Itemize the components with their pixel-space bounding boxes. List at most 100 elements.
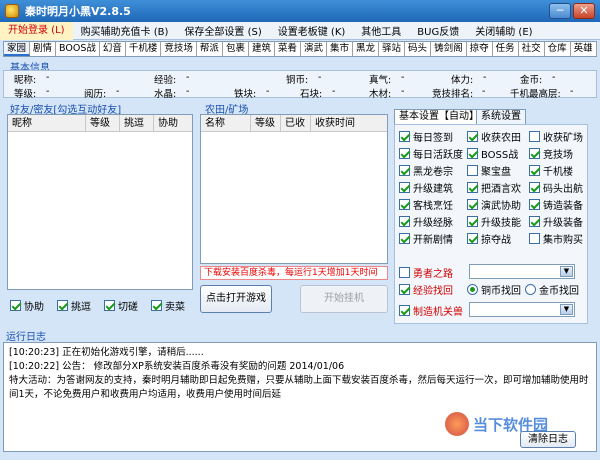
tab-warehouse[interactable]: 仓库 xyxy=(544,42,571,56)
opt-daily-signin[interactable]: 每日签到 xyxy=(399,129,453,144)
opt-mech-beast[interactable]: 制造机关兽 xyxy=(399,303,463,318)
opt-arena[interactable]: 竞技场 xyxy=(529,146,573,161)
tab-bag[interactable]: 包裹 xyxy=(222,42,249,56)
col-farm-level[interactable]: 等级 xyxy=(251,115,281,132)
exp-value: - xyxy=(186,72,190,83)
radio-gold-find[interactable]: 金币找回 xyxy=(525,282,579,297)
col-harvest-time[interactable]: 收获时间 xyxy=(311,115,387,132)
tab-home[interactable]: 家园 xyxy=(4,42,31,56)
nickname-value: - xyxy=(46,72,50,83)
menu-close-helper[interactable]: 关闭辅助 (E) xyxy=(467,23,540,38)
tab-station[interactable]: 驿站 xyxy=(379,42,406,56)
opt-upgrade-skill[interactable]: 升级技能 xyxy=(467,214,521,229)
opt-daily-activity[interactable]: 每日活跃度 xyxy=(399,146,463,161)
col-tease[interactable]: 挑逗 xyxy=(120,115,154,132)
log-line: [10:20:23] 正在初始化游戏引擎，请稍后...... xyxy=(9,347,204,358)
settings-panel: 每日签到 收获农田 收获矿场 每日活跃度 BOSS战 竞技场 黑龙卷宗 聚宝盘 … xyxy=(394,124,588,324)
tab-arena[interactable]: 竞技场 xyxy=(161,42,197,56)
menu-start-login[interactable]: 开始登录 (L) xyxy=(0,21,73,40)
friend-opt-sell-dish[interactable]: 卖菜 xyxy=(151,298,185,313)
col-collected[interactable]: 已收 xyxy=(281,115,311,132)
opt-plunder-battle[interactable]: 掠夺战 xyxy=(467,231,511,246)
wood-value: - xyxy=(401,86,405,97)
col-assist[interactable]: 协助 xyxy=(154,115,192,132)
tab-market[interactable]: 集市 xyxy=(327,42,354,56)
tab-social[interactable]: 社交 xyxy=(518,42,545,56)
opt-upgrade-meridian[interactable]: 升级经脉 xyxy=(399,214,453,229)
tab-illusion[interactable]: 幻音 xyxy=(99,42,126,56)
qi-value: - xyxy=(401,72,405,83)
opt-forge-equip[interactable]: 铸造装备 xyxy=(529,197,583,212)
opt-harvest-mine[interactable]: 收获矿场 xyxy=(529,129,583,144)
opt-black-dragon[interactable]: 黑龙卷宗 xyxy=(399,163,453,178)
tab-tower[interactable]: 千机楼 xyxy=(125,42,162,56)
experience-value: - xyxy=(116,86,120,97)
opt-treasure-plate[interactable]: 聚宝盘 xyxy=(467,163,511,178)
window-title: 秦时明月小黑V2.8.5 xyxy=(25,5,131,18)
menu-save-settings[interactable]: 保存全部设置 (S) xyxy=(176,23,269,38)
notice-banner: 下载安装百度杀毒，每运行1天增加1天时间 xyxy=(200,266,388,280)
opt-upgrade-equip[interactable]: 升级装备 xyxy=(529,214,583,229)
tab-dock[interactable]: 码头 xyxy=(405,42,432,56)
menu-other-tools[interactable]: 其他工具 xyxy=(353,23,409,38)
col-level[interactable]: 等级 xyxy=(86,115,120,132)
tab-building[interactable]: 建筑 xyxy=(248,42,275,56)
basic-info-row-1: 昵称: - 经验: - 铜币: - 真气: - 体力: - 金币: - xyxy=(14,72,594,86)
tab-martial[interactable]: 演武 xyxy=(300,42,327,56)
opt-market-buy[interactable]: 集市购买 xyxy=(529,231,583,246)
app-icon xyxy=(5,4,19,18)
friend-opt-spar[interactable]: 切磋 xyxy=(104,298,138,313)
menu-bar: 开始登录 (L) 购买辅助充值卡 (B) 保存全部设置 (S) 设置老板键 (K… xyxy=(0,21,600,40)
tab-boss[interactable]: BOOS战 xyxy=(56,42,100,56)
radio-copper-find[interactable]: 铜币找回 xyxy=(467,282,521,297)
gold-value: - xyxy=(552,72,556,83)
tab-black-dragon[interactable]: 黑龙 xyxy=(353,42,380,56)
farm-list[interactable]: 名称 等级 已收 收获时间 xyxy=(200,114,388,264)
copper-label: 铜币: xyxy=(286,75,309,86)
opt-exp-find[interactable]: 经验找回 xyxy=(399,282,453,297)
stamina-label: 体力: xyxy=(451,75,474,86)
close-button[interactable]: ✕ xyxy=(573,3,595,19)
tab-story[interactable]: 剧情 xyxy=(30,42,57,56)
tab-hero[interactable]: 英雄 xyxy=(570,42,597,56)
opt-inn-cooking[interactable]: 客栈烹饪 xyxy=(399,197,453,212)
tab-basic-settings[interactable]: 基本设置【自动】 xyxy=(394,109,484,125)
menu-bug-report[interactable]: BUG反馈 xyxy=(409,23,467,38)
start-hang-button[interactable]: 开始挂机 xyxy=(300,285,388,313)
friend-opt-tease[interactable]: 挑逗 xyxy=(57,298,91,313)
friends-list[interactable]: 昵称 等级 挑逗 协助 xyxy=(7,114,193,290)
opt-martial-assist[interactable]: 演武协助 xyxy=(467,197,521,212)
col-nickname[interactable]: 昵称 xyxy=(8,115,86,132)
opt-tower[interactable]: 千机楼 xyxy=(529,163,573,178)
opt-new-story[interactable]: 开新剧情 xyxy=(399,231,453,246)
col-name[interactable]: 名称 xyxy=(201,115,251,132)
tower-top-label: 千机最高层: xyxy=(510,89,561,100)
tab-forge[interactable]: 铸剑阁 xyxy=(431,42,467,56)
minimize-button[interactable]: ─ xyxy=(549,3,571,19)
menu-buy-card[interactable]: 购买辅助充值卡 (B) xyxy=(73,23,177,38)
gold-label: 金币: xyxy=(520,75,543,86)
level-label: 等级: xyxy=(14,89,37,100)
wood-label: 木材: xyxy=(369,89,392,100)
opt-drink[interactable]: 把酒言欢 xyxy=(467,180,521,195)
mech-beast-select[interactable]: ▼ xyxy=(469,302,575,317)
opt-hero-road[interactable]: 勇者之路 xyxy=(399,265,453,280)
opt-boss-battle[interactable]: BOSS战 xyxy=(467,146,518,161)
tab-tasks[interactable]: 任务 xyxy=(492,42,519,56)
tower-top-value: - xyxy=(570,86,574,97)
friend-opt-assist[interactable]: 协助 xyxy=(10,298,44,313)
opt-harvest-farm[interactable]: 收获农田 xyxy=(467,129,521,144)
hero-road-select[interactable]: ▼ xyxy=(469,264,575,279)
exp-label: 经验: xyxy=(154,75,177,86)
tab-guild[interactable]: 帮派 xyxy=(196,42,223,56)
open-game-button[interactable]: 点击打开游戏 xyxy=(200,285,272,313)
tab-dishes[interactable]: 菜肴 xyxy=(274,42,301,56)
log-line: [10:20:22] 公告： 修改部分XP系统安装百度杀毒没有奖励的问题 201… xyxy=(9,361,345,372)
opt-dock-sail[interactable]: 码头出航 xyxy=(529,180,583,195)
tab-system-settings[interactable]: 系统设置 xyxy=(476,109,526,125)
opt-upgrade-building[interactable]: 升级建筑 xyxy=(399,180,453,195)
menu-boss-key[interactable]: 设置老板键 (K) xyxy=(270,23,354,38)
chevron-down-icon: ▼ xyxy=(560,304,573,315)
tab-plunder[interactable]: 掠夺 xyxy=(466,42,493,56)
title-bar: 秦时明月小黑V2.8.5 ─ ✕ xyxy=(0,0,600,22)
